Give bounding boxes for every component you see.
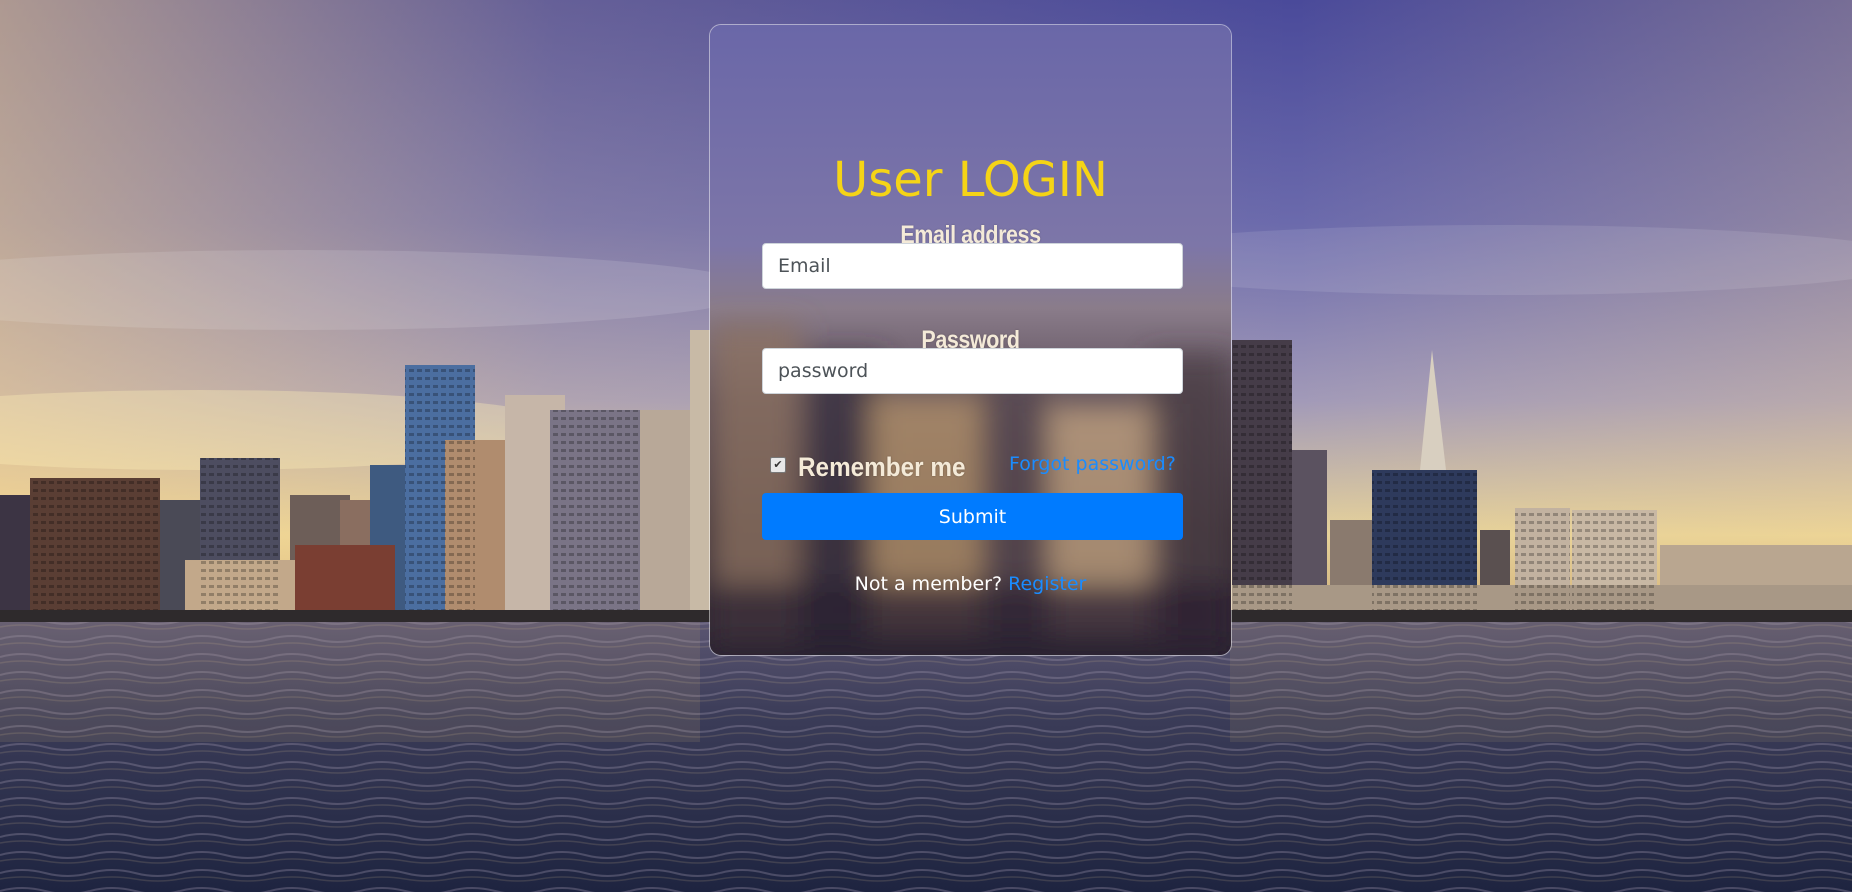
password-input[interactable]	[762, 348, 1183, 394]
remember-me-label[interactable]: Remember me	[798, 452, 965, 483]
register-link[interactable]: Register	[1008, 573, 1086, 595]
register-prompt: Not a member? Register	[710, 573, 1231, 595]
login-card: User LOGIN Email address Password ✔ Reme…	[709, 24, 1232, 656]
register-prompt-text: Not a member?	[854, 573, 1003, 595]
submit-button[interactable]: Submit	[762, 493, 1183, 540]
email-input[interactable]	[762, 243, 1183, 289]
remember-me-row: ✔ Remember me	[770, 452, 984, 483]
forgot-password-link[interactable]: Forgot password?	[1009, 453, 1176, 475]
remember-me-checkbox[interactable]: ✔	[770, 456, 786, 473]
page-title: User LOGIN	[833, 152, 1108, 208]
checkmark-icon: ✔	[773, 457, 783, 471]
